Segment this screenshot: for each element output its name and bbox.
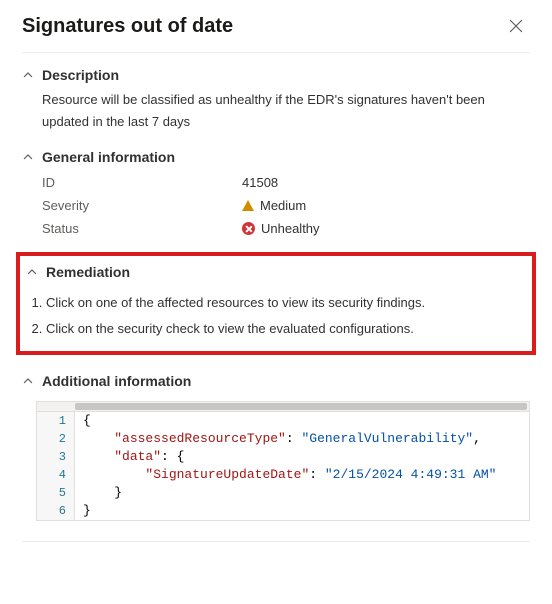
panel-title: Signatures out of date — [22, 15, 502, 38]
code-text: { — [75, 412, 99, 430]
section-label-description: Description — [42, 67, 119, 83]
close-button[interactable] — [502, 12, 530, 40]
horizontal-scrollbar[interactable] — [37, 402, 529, 412]
chevron-up-icon — [26, 266, 38, 278]
section-toggle-additional[interactable]: Additional information — [22, 369, 530, 395]
error-icon — [242, 222, 255, 235]
section-label-general: General information — [42, 149, 175, 165]
line-number: 4 — [37, 466, 75, 484]
kv-value: Medium — [260, 198, 306, 213]
line-number: 6 — [37, 502, 75, 520]
section-label-additional: Additional information — [42, 373, 191, 389]
close-icon — [509, 19, 523, 33]
kv-key: ID — [42, 175, 242, 190]
chevron-up-icon — [22, 151, 34, 163]
kv-row-id: ID 41508 — [42, 171, 530, 194]
json-code-block[interactable]: 1 { 2 "assessedResourceType": "GeneralVu… — [36, 401, 530, 521]
kv-value: 41508 — [242, 175, 278, 190]
code-text: "data": { — [75, 448, 192, 466]
section-label-remediation: Remediation — [46, 264, 130, 280]
remediation-highlight: Remediation Click on one of the affected… — [16, 252, 536, 355]
line-number: 5 — [37, 484, 75, 502]
chevron-up-icon — [22, 69, 34, 81]
remediation-step: Click on the security check to view the … — [46, 316, 526, 342]
line-number: 1 — [37, 412, 75, 430]
description-text: Resource will be classified as unhealthy… — [22, 89, 530, 145]
kv-row-status: Status Unhealthy — [42, 217, 530, 240]
line-number: 3 — [37, 448, 75, 466]
line-number: 2 — [37, 430, 75, 448]
code-text: "SignatureUpdateDate": "2/15/2024 4:49:3… — [75, 466, 505, 484]
kv-key: Status — [42, 221, 242, 236]
section-toggle-general[interactable]: General information — [22, 145, 530, 171]
section-toggle-description[interactable]: Description — [22, 63, 530, 89]
code-text: } — [75, 484, 130, 502]
remediation-step: Click on one of the affected resources t… — [46, 290, 526, 316]
kv-value: Unhealthy — [261, 221, 320, 236]
bottom-divider — [22, 541, 530, 542]
code-text: "assessedResourceType": "GeneralVulnerab… — [75, 430, 489, 448]
warning-icon — [242, 200, 254, 211]
kv-row-severity: Severity Medium — [42, 194, 530, 217]
code-text: } — [75, 502, 99, 520]
kv-key: Severity — [42, 198, 242, 213]
chevron-up-icon — [22, 375, 34, 387]
section-toggle-remediation[interactable]: Remediation — [26, 260, 526, 286]
